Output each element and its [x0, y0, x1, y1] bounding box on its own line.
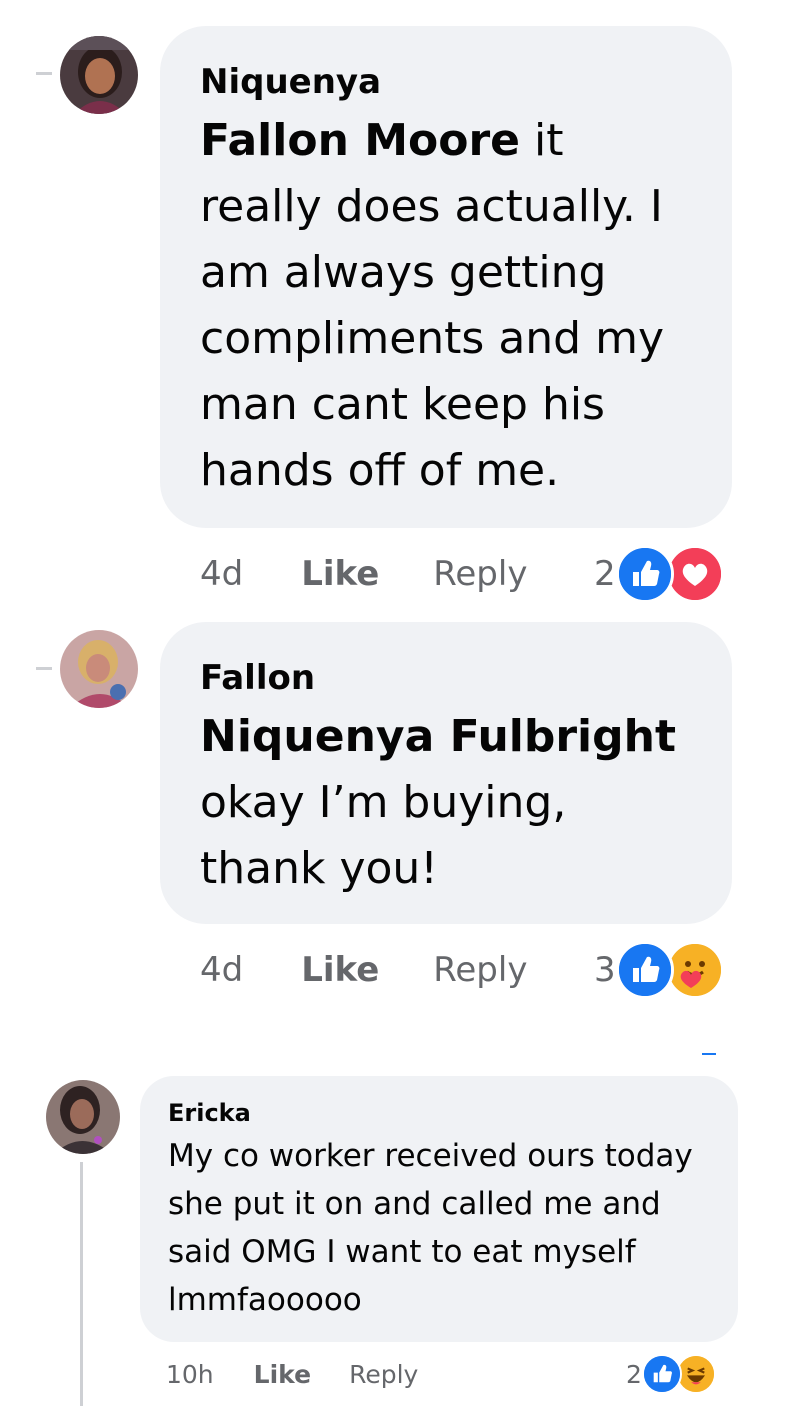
mention-link[interactable]: Niquenya Fulbright — [200, 711, 676, 762]
reaction-summary[interactable]: 2 — [626, 1352, 716, 1396]
like-icon — [641, 1354, 682, 1394]
avatar[interactable] — [60, 36, 138, 114]
comment-text-content: it really does actually. I am always get… — [200, 115, 664, 496]
like-icon — [615, 941, 674, 999]
comment-actions: 10h Like Reply — [166, 1358, 418, 1390]
comment-actions: 4d Like Reply — [200, 948, 527, 992]
reply-button[interactable]: Reply — [349, 1360, 418, 1389]
comment-bubble: Ericka My co worker received ours today … — [140, 1076, 738, 1342]
timestamp[interactable]: 4d — [200, 554, 243, 594]
mention-link[interactable]: Fallon Moore — [200, 115, 520, 166]
reaction-summary[interactable]: 2 — [594, 542, 724, 606]
thread-connector — [36, 72, 52, 75]
haha-icon — [675, 1354, 716, 1394]
like-button[interactable]: Like — [254, 1360, 311, 1389]
comment-text: Fallon Moore it really does actually. I … — [200, 108, 692, 504]
reaction-count: 2 — [594, 554, 616, 594]
scroll-marker — [702, 1053, 716, 1055]
timestamp[interactable]: 10h — [166, 1360, 214, 1389]
comment-text: My co worker received ours today she put… — [168, 1138, 693, 1318]
comment-text-content: okay I’m buying, thank you! — [200, 777, 567, 894]
reply-button[interactable]: Reply — [433, 950, 527, 990]
like-button[interactable]: Like — [301, 950, 379, 990]
avatar[interactable] — [60, 630, 138, 708]
comment-author[interactable]: Niquenya — [200, 62, 692, 102]
reply-button[interactable]: Reply — [433, 554, 527, 594]
thread-connector — [36, 667, 52, 670]
reaction-count: 3 — [594, 950, 616, 990]
care-icon — [665, 941, 724, 999]
comment-bubble: Niquenya Fallon Moore it really does act… — [160, 26, 732, 528]
like-icon — [615, 545, 674, 603]
thread-line — [80, 1162, 83, 1406]
reaction-summary[interactable]: 3 — [594, 938, 724, 1002]
reaction-count: 2 — [626, 1359, 642, 1389]
avatar[interactable] — [46, 1080, 120, 1154]
comment-text: Niquenya Fulbright okay I’m buying, thank… — [200, 704, 692, 902]
like-button[interactable]: Like — [301, 554, 379, 594]
comment-author[interactable]: Fallon — [200, 658, 692, 698]
comment-actions: 4d Like Reply — [200, 552, 527, 596]
timestamp[interactable]: 4d — [200, 950, 243, 990]
love-icon — [665, 545, 724, 603]
comment-bubble: Fallon Niquenya Fulbright okay I’m buying… — [160, 622, 732, 924]
comment-author[interactable]: Ericka — [168, 1098, 710, 1128]
